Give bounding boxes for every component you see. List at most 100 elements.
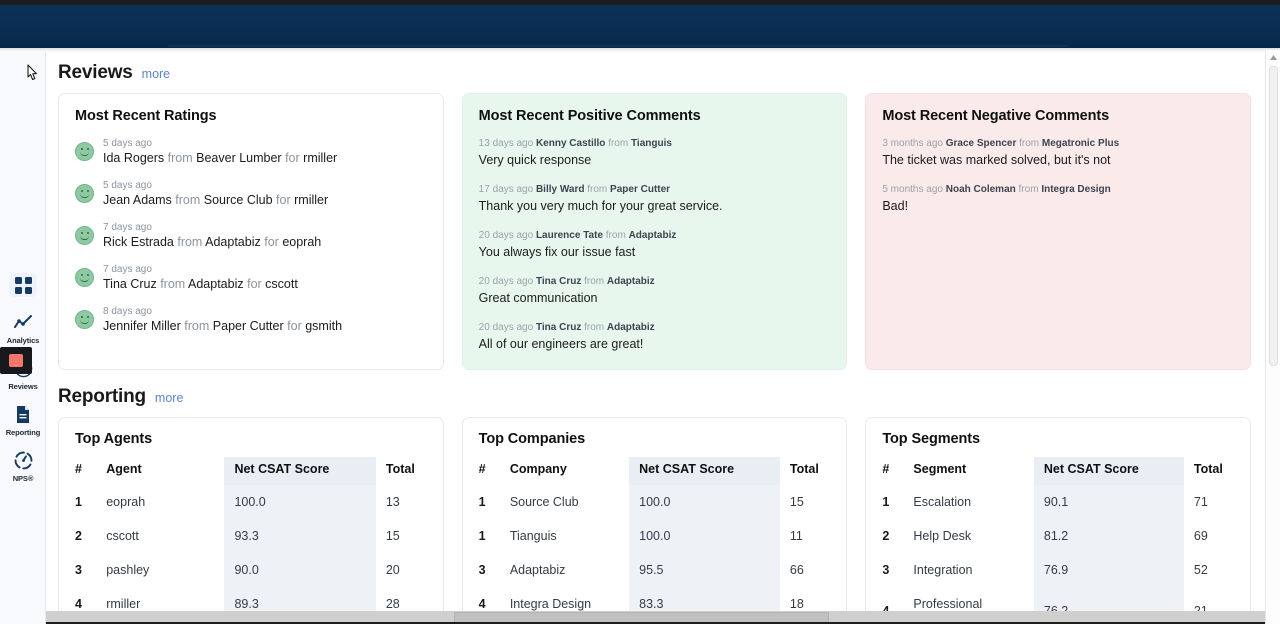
table-cell: cscott bbox=[106, 529, 139, 543]
rating-list-item[interactable]: 7 days ago Tina Cruz from Adaptabiz for c… bbox=[75, 263, 427, 292]
rating-list-item[interactable]: 5 days ago Ida Rogers from Beaver Lumber … bbox=[75, 137, 427, 166]
comment-list-item[interactable]: 17 days ago Billy Ward from Paper Cutter… bbox=[479, 183, 831, 215]
rating-list-item[interactable]: 8 days ago Jennifer Miller from Paper Cut… bbox=[75, 305, 427, 334]
table-cell: 93.3 bbox=[224, 519, 376, 553]
comment-from-label: from bbox=[584, 322, 605, 333]
sidebar-item-nps-label: NPS® bbox=[12, 474, 34, 483]
comment-meta: 20 days ago Tina Cruz from Adaptabiz bbox=[479, 275, 831, 289]
rating-text: 7 days ago Rick Estrada from Adaptabiz fo… bbox=[103, 221, 321, 250]
sidebar-item-reporting[interactable]: Reporting bbox=[0, 396, 46, 442]
table-cell: 3 bbox=[882, 563, 890, 577]
table-cell: 100.0 bbox=[629, 519, 780, 553]
column-header: Agent bbox=[106, 462, 142, 476]
sidebar-item-reporting-label: Reporting bbox=[5, 428, 41, 437]
column-header: Total bbox=[789, 462, 819, 476]
top-agents-card: Top Agents # Agent Net CSAT Score Total 1 eop… bbox=[58, 417, 444, 624]
comment-person: Laurence Tate bbox=[535, 230, 604, 241]
rating-smiley-icon bbox=[75, 142, 94, 161]
most-recent-negative-title: Most Recent Negative Comments bbox=[882, 108, 1110, 124]
rating-timestamp: 5 days ago bbox=[103, 138, 152, 149]
table-cell: 11 bbox=[789, 529, 803, 543]
main-content: Reviews more Most Recent Ratings 5 days … bbox=[46, 52, 1265, 624]
comment-company: Tianguis bbox=[630, 138, 672, 149]
table-cell: 66 bbox=[789, 563, 804, 577]
top-companies-table: # Company Net CSAT Score Total 1 Source Club 1… bbox=[463, 457, 847, 624]
table-cell: 13 bbox=[385, 495, 400, 509]
table-cell: 76.9 bbox=[1033, 553, 1184, 587]
comment-body: Thank you very much for your great servi… bbox=[478, 199, 723, 213]
table-cell: Help Desk bbox=[913, 529, 972, 543]
rating-company: Paper Cutter bbox=[212, 319, 284, 333]
table-row[interactable]: 1 eoprah 100.0 13 bbox=[59, 485, 443, 519]
comment-person: Grace Spencer bbox=[945, 138, 1017, 149]
comment-list-item[interactable]: 20 days ago Laurence Tate from Adaptabiz… bbox=[479, 229, 831, 261]
gauge-icon bbox=[9, 448, 37, 472]
table-row[interactable]: 3 pashley 90.0 20 bbox=[59, 553, 443, 587]
table-row[interactable]: 2 cscott 93.3 15 bbox=[59, 519, 443, 553]
rating-text: 5 days ago Jean Adams from Source Club fo… bbox=[103, 179, 328, 208]
rating-timestamp: 7 days ago bbox=[103, 264, 152, 275]
table-cell: 3 bbox=[75, 563, 82, 577]
comment-company: Adaptabiz bbox=[606, 276, 655, 287]
table-row[interactable]: 2 Help Desk 81.2 69 bbox=[866, 519, 1250, 553]
comment-list-item[interactable]: 20 days ago Tina Cruz from Adaptabiz All … bbox=[479, 321, 831, 353]
table-cell: 100.0 bbox=[629, 485, 780, 519]
comment-company: Paper Cutter bbox=[610, 184, 671, 195]
app-top-bar bbox=[0, 5, 1280, 48]
top-companies-card: Top Companies # Company Net CSAT Score Tota… bbox=[461, 417, 848, 624]
rating-timestamp: 7 days ago bbox=[103, 222, 152, 233]
comment-person: Billy Ward bbox=[535, 184, 585, 195]
table-row[interactable]: 1 Tianguis 100.0 11 bbox=[463, 519, 847, 553]
left-sidebar: Analytics Reviews Reporting NPS® bbox=[0, 52, 46, 624]
reporting-more-link[interactable]: more bbox=[155, 391, 183, 405]
comment-list-item[interactable]: 13 days ago Kenny Castillo from Tianguis… bbox=[479, 137, 831, 169]
rating-for-label: for bbox=[285, 151, 300, 165]
comment-meta: 13 days ago Kenny Castillo from Tianguis bbox=[479, 137, 831, 151]
comment-from-label: from bbox=[608, 138, 629, 149]
negative-comments-list: 3 months ago Grace Spencer from Megatron… bbox=[882, 137, 1234, 215]
comment-list-item[interactable]: 5 months ago Noah Coleman from Integra D… bbox=[882, 183, 1234, 215]
table-cell: 2 bbox=[882, 529, 890, 543]
reporting-cards-row: Top Agents # Agent Net CSAT Score Total 1 eop… bbox=[52, 417, 1252, 624]
table-row[interactable]: 3 Integration 76.9 52 bbox=[866, 553, 1250, 587]
comment-list-item[interactable]: 20 days ago Tina Cruz from Adaptabiz Grea… bbox=[479, 275, 831, 307]
vertical-scrollbar-thumb[interactable] bbox=[1269, 66, 1278, 366]
ratings-list: 5 days ago Ida Rogers from Beaver Lumber … bbox=[75, 137, 427, 334]
comment-body: The ticket was marked solved, but it's n… bbox=[882, 153, 1111, 167]
table-header-row: # Company Net CSAT Score Total bbox=[463, 457, 847, 485]
rating-company: Beaver Lumber bbox=[196, 151, 282, 165]
rating-list-item[interactable]: 7 days ago Rick Estrada from Adaptabiz fo… bbox=[75, 221, 427, 250]
sidebar-item-analytics-label: Analytics bbox=[6, 336, 40, 345]
table-row[interactable]: 3 Adaptabiz 95.5 66 bbox=[463, 553, 847, 587]
rating-list-item[interactable]: 5 days ago Jean Adams from Source Club fo… bbox=[75, 179, 427, 208]
reporting-title: Reporting bbox=[58, 386, 146, 407]
comment-timestamp: 20 days ago bbox=[478, 230, 534, 241]
sidebar-item-reviews-label: Reviews bbox=[8, 382, 38, 391]
table-cell: 3 bbox=[478, 563, 486, 577]
column-header: # bbox=[882, 462, 890, 476]
sidebar-item-dashboard[interactable] bbox=[0, 267, 46, 304]
comment-body: Great communication bbox=[478, 291, 598, 305]
rating-from-label: from bbox=[184, 319, 210, 333]
top-segments-title: Top Segments bbox=[882, 431, 980, 447]
sidebar-item-nps[interactable]: NPS® bbox=[0, 442, 46, 488]
comment-timestamp: 5 months ago bbox=[882, 184, 943, 195]
rating-smiley-icon bbox=[75, 226, 94, 245]
sidebar-item-analytics[interactable]: Analytics bbox=[0, 304, 46, 350]
scroll-up-arrow-icon[interactable] bbox=[1266, 50, 1280, 64]
top-bar-divider bbox=[168, 45, 1068, 47]
rating-timestamp: 8 days ago bbox=[103, 306, 152, 317]
vertical-scrollbar[interactable] bbox=[1265, 50, 1280, 624]
table-cell: Integration bbox=[913, 563, 973, 577]
table-row[interactable]: 1 Source Club 100.0 15 bbox=[463, 485, 847, 519]
reviews-more-link[interactable]: more bbox=[142, 67, 170, 81]
table-cell: 1 bbox=[75, 495, 82, 509]
comment-list-item[interactable]: 3 months ago Grace Spencer from Megatron… bbox=[882, 137, 1234, 169]
comment-from-label: from bbox=[1019, 138, 1040, 149]
table-cell: pashley bbox=[106, 563, 150, 577]
comment-person: Tina Cruz bbox=[535, 276, 582, 287]
column-header: Total bbox=[1193, 462, 1223, 476]
table-row[interactable]: 1 Escalation 90.1 71 bbox=[866, 485, 1250, 519]
column-header: Segment bbox=[913, 462, 967, 476]
rating-company: Adaptabiz bbox=[188, 277, 244, 291]
